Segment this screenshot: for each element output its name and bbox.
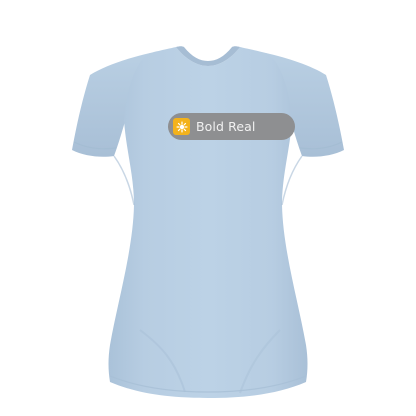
icon-badge (173, 118, 190, 135)
print-text: Bold Real (196, 119, 256, 134)
sparkle-icon (176, 121, 187, 132)
product-photo: Bold Real (0, 0, 416, 416)
t-shirt-image (72, 46, 344, 398)
print-graphic: Bold Real (168, 113, 295, 140)
shirt-body (108, 47, 308, 398)
